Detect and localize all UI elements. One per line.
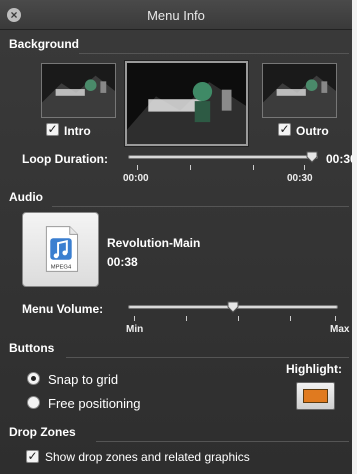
volume-tick <box>335 316 336 321</box>
snap-to-grid-label: Snap to grid <box>48 372 119 387</box>
intro-checkbox[interactable]: ✓ <box>46 123 59 136</box>
intro-label: Intro <box>64 124 91 138</box>
audio-heading: Audio <box>9 190 43 204</box>
highlight-color-swatch <box>303 389 328 403</box>
menu-volume-label: Menu Volume: <box>22 302 104 316</box>
buttons-divider <box>66 357 349 358</box>
free-positioning-radio[interactable] <box>27 396 40 409</box>
drop-zones-heading: Drop Zones <box>9 425 76 439</box>
loop-tick <box>304 165 305 170</box>
outro-image <box>263 64 336 117</box>
show-drop-zones-checkbox[interactable]: ✓ <box>26 450 39 463</box>
title-bar: × Menu Info <box>0 0 352 30</box>
volume-tick <box>238 316 239 321</box>
volume-tick <box>290 316 291 321</box>
intro-thumbnail[interactable] <box>41 63 116 118</box>
audio-duration: 00:38 <box>107 255 138 269</box>
free-positioning-label: Free positioning <box>48 396 141 411</box>
menu-volume-knob[interactable] <box>227 301 239 313</box>
show-drop-zones-label: Show drop zones and related graphics <box>45 450 250 464</box>
snap-to-grid-radio[interactable] <box>27 372 40 385</box>
volume-min-label: Min <box>126 324 144 335</box>
radio-selected-dot <box>31 376 36 381</box>
volume-tick <box>134 316 135 321</box>
background-preview[interactable] <box>125 61 248 146</box>
outro-thumbnail[interactable] <box>262 63 337 118</box>
loop-max-label: 00:30 <box>287 173 313 184</box>
volume-tick <box>186 316 187 321</box>
loop-tick <box>190 165 191 170</box>
background-image <box>127 63 246 144</box>
loop-duration-knob[interactable] <box>306 151 318 163</box>
loop-min-label: 00:00 <box>123 173 149 184</box>
mpeg4-file-icon: MPEG4 <box>45 226 79 272</box>
loop-duration-label: Loop Duration: <box>22 152 108 166</box>
loop-tick <box>253 165 254 170</box>
background-divider <box>79 53 349 54</box>
volume-max-label: Max <box>330 324 350 335</box>
intro-image <box>42 64 115 117</box>
drop-zones-divider <box>96 441 349 442</box>
highlight-color-well[interactable] <box>296 382 335 410</box>
loop-tick <box>137 165 138 170</box>
background-heading: Background <box>9 37 80 51</box>
audio-drop-well[interactable]: MPEG4 <box>22 212 99 287</box>
outro-checkbox[interactable]: ✓ <box>278 123 291 136</box>
window-title: Menu Info <box>147 8 205 23</box>
window-edge <box>352 0 357 474</box>
audio-track-name: Revolution-Main <box>107 236 201 250</box>
file-badge-text: MPEG4 <box>51 264 72 270</box>
menu-info-panel: × Menu Info Background ✓ Intro ✓ Outro L… <box>0 0 357 474</box>
loop-duration-slider[interactable] <box>128 155 318 159</box>
outro-label: Outro <box>296 124 329 138</box>
buttons-heading: Buttons <box>9 341 55 355</box>
audio-divider <box>52 206 349 207</box>
highlight-label: Highlight: <box>286 362 342 376</box>
